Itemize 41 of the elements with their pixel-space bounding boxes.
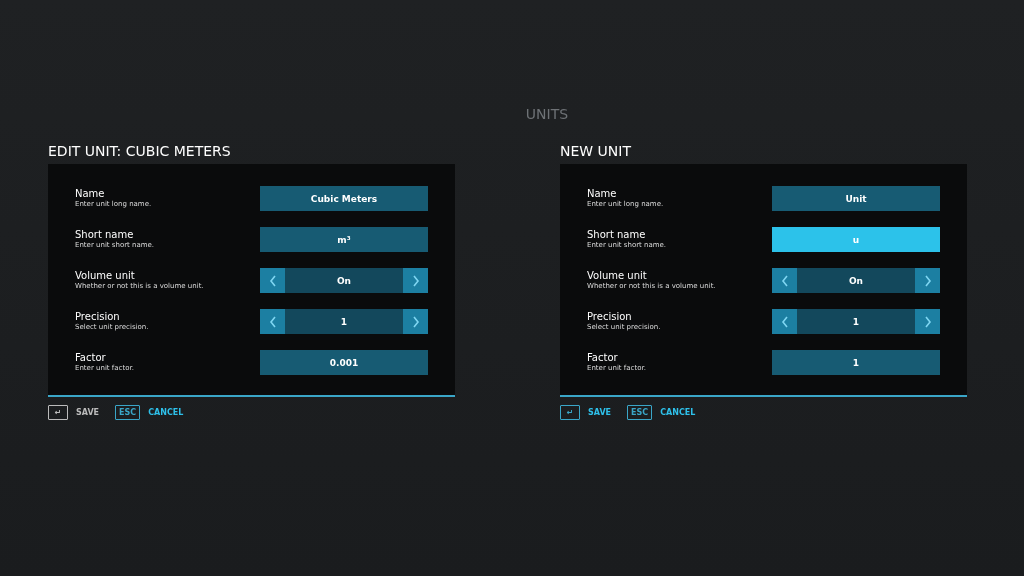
chevron-left-icon	[268, 315, 277, 328]
field-label: Precision	[587, 311, 633, 323]
background-title: UNITS	[525, 106, 569, 124]
cancel-button[interactable]: ESC CANCEL	[627, 405, 696, 420]
dialog-title: NEW UNIT	[560, 142, 631, 160]
chevron-right-icon	[411, 274, 420, 287]
cancel-button[interactable]: ESC CANCEL	[115, 405, 184, 420]
field-label: Volume unit	[75, 270, 136, 282]
left-arrow-button[interactable]	[772, 309, 797, 334]
field-label: Short name	[75, 229, 135, 241]
chevron-left-icon	[780, 315, 789, 328]
option-selector[interactable]: On	[285, 268, 403, 293]
chevron-left-icon	[268, 274, 277, 287]
field-label: Name	[587, 188, 618, 200]
save-button[interactable]: ↵ SAVE	[560, 405, 612, 420]
left-arrow-button[interactable]	[260, 268, 285, 293]
right-arrow-button[interactable]	[403, 309, 428, 334]
input-field[interactable]: 0.001	[260, 350, 428, 375]
field-label: Factor	[587, 352, 619, 364]
chevron-right-icon	[923, 274, 932, 287]
input-field[interactable]: Cubic Meters	[260, 186, 428, 211]
left-arrow-button[interactable]	[772, 268, 797, 293]
input-field[interactable]: m³	[260, 227, 428, 252]
left-arrow-button[interactable]	[260, 309, 285, 334]
field-label: Factor	[75, 352, 107, 364]
field-label: Volume unit	[587, 270, 648, 282]
chevron-left-icon	[780, 274, 789, 287]
chevron-right-icon	[923, 315, 932, 328]
option-selector[interactable]: 1	[797, 309, 915, 334]
right-arrow-button[interactable]	[915, 268, 940, 293]
option-selector[interactable]: On	[797, 268, 915, 293]
chevron-right-icon	[411, 315, 420, 328]
field-label: Precision	[75, 311, 121, 323]
option-selector[interactable]: 1	[285, 309, 403, 334]
input-field[interactable]: 1	[772, 350, 940, 375]
field-label: Name	[75, 188, 106, 200]
right-arrow-button[interactable]	[915, 309, 940, 334]
dialog-title: EDIT UNIT: CUBIC METERS	[48, 142, 231, 160]
input-field[interactable]: Unit	[772, 186, 940, 211]
right-arrow-button[interactable]	[403, 268, 428, 293]
field-label: Short name	[587, 229, 647, 241]
